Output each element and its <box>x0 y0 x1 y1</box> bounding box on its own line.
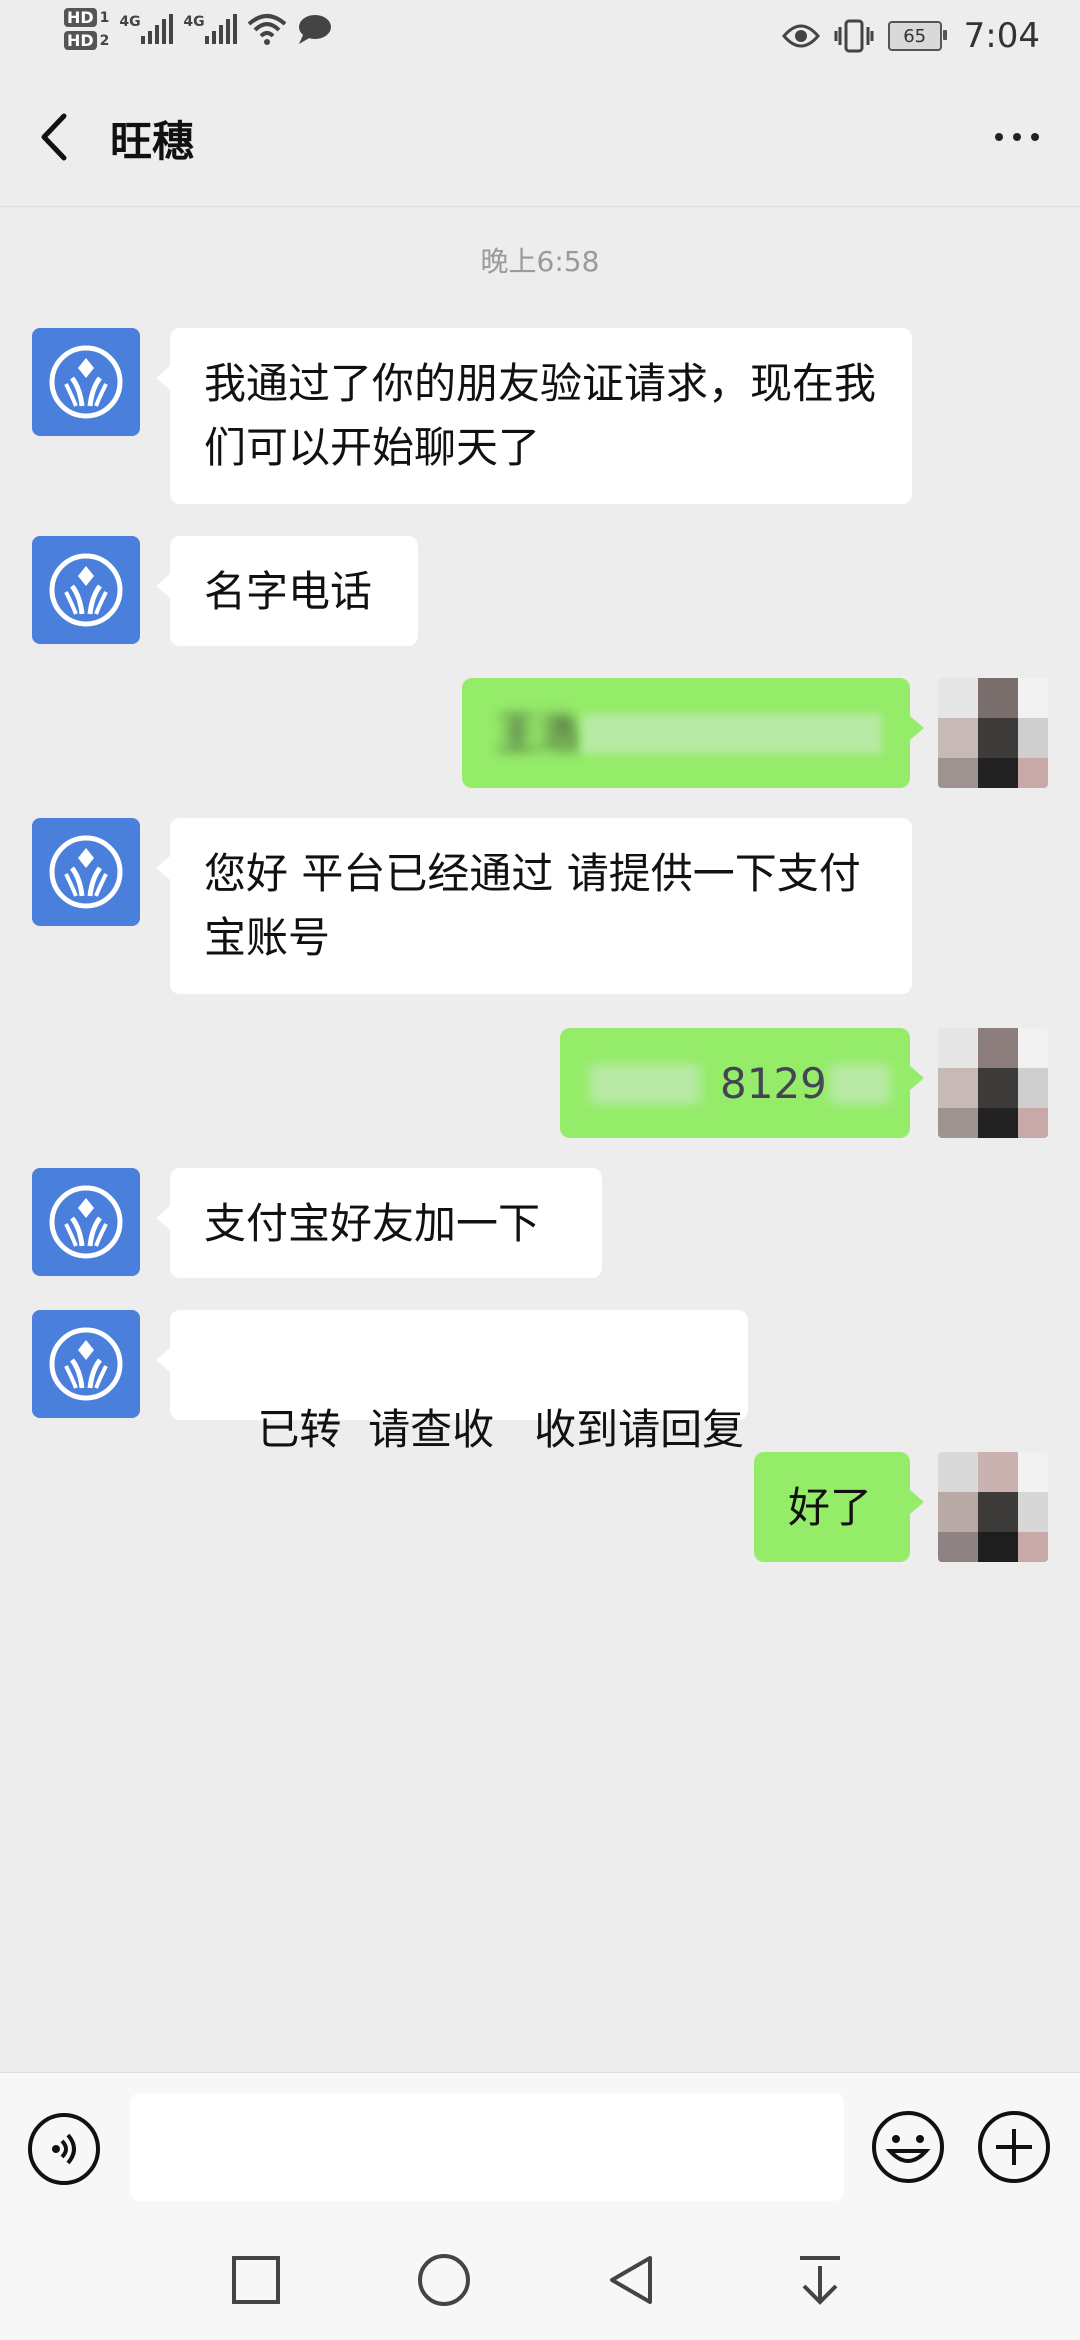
contact-avatar[interactable] <box>32 818 140 926</box>
signal-2-icon: 4G <box>183 14 238 44</box>
vibrate-icon <box>834 19 874 53</box>
message-bubble-incoming[interactable]: 您好 平台已经通过 请提供一下支付宝账号 <box>156 818 912 994</box>
contact-avatar[interactable] <box>32 1168 140 1276</box>
message-input[interactable] <box>130 2093 844 2201</box>
clock: 7:04 <box>963 16 1040 56</box>
redacted-text: 王浩 <box>496 709 581 758</box>
contact-avatar[interactable] <box>32 328 140 436</box>
chat-screen: HD 1 HD 2 4G 4G 65 7:04 旺穗 晚上6:58 我通过了你的… <box>0 0 1080 2340</box>
hd2-badge: HD 2 <box>64 31 109 50</box>
message-bubble-outgoing[interactable]: 8129 <box>560 1028 924 1138</box>
triangle-back-icon[interactable] <box>602 2250 662 2310</box>
message-timestamp: 晚上6:58 <box>480 245 600 278</box>
eye-icon <box>781 24 820 48</box>
logo-icon <box>49 1185 123 1259</box>
hd1-badge: HD 1 <box>64 8 109 27</box>
square-icon[interactable] <box>226 2250 286 2310</box>
logo-icon <box>49 1327 123 1401</box>
pull-down-icon[interactable] <box>790 2250 850 2310</box>
message-bubble-outgoing[interactable]: 王浩 <box>462 678 924 788</box>
wifi-icon <box>248 14 287 45</box>
contact-avatar[interactable] <box>32 536 140 644</box>
title-bar: 旺穗 <box>0 72 1080 207</box>
more-dots-icon[interactable] <box>982 112 1052 162</box>
system-nav-bar <box>0 2222 1080 2340</box>
emoji-icon[interactable] <box>870 2109 946 2185</box>
contact-avatar[interactable] <box>32 1310 140 1418</box>
partial-account-number: 8129 <box>720 1059 827 1108</box>
my-avatar[interactable] <box>938 1028 1048 1138</box>
status-left: HD 1 HD 2 4G 4G <box>64 8 333 50</box>
input-bar <box>0 2072 1080 2223</box>
message-bubble-incoming[interactable]: 我通过了你的朋友验证请求，现在我们可以开始聊天了 <box>156 328 912 504</box>
message-bubble-outgoing[interactable]: 好了 <box>754 1452 924 1562</box>
signal-1-icon: 4G <box>119 14 174 44</box>
chevron-left-icon[interactable] <box>26 102 86 172</box>
my-avatar[interactable] <box>938 678 1048 788</box>
voice-icon[interactable] <box>28 2113 100 2185</box>
message-bubble-incoming[interactable]: 名字电话 <box>156 536 418 646</box>
plus-icon[interactable] <box>976 2109 1052 2185</box>
logo-icon <box>49 553 123 627</box>
status-right: 65 7:04 <box>781 16 1040 56</box>
message-bubble-incoming[interactable]: 支付宝好友加一下 <box>156 1168 602 1278</box>
circle-icon[interactable] <box>414 2250 474 2310</box>
logo-icon <box>49 345 123 419</box>
chat-title: 旺穗 <box>110 117 195 166</box>
my-avatar[interactable] <box>938 1452 1048 1562</box>
message-bubble-incoming[interactable]: 已转 请查收 收到请回复 <box>156 1310 748 1454</box>
logo-icon <box>49 835 123 909</box>
status-bar: HD 1 HD 2 4G 4G 65 7:04 <box>0 0 1080 72</box>
battery-icon: 65 <box>887 21 947 51</box>
message-bubble-icon <box>299 15 332 44</box>
